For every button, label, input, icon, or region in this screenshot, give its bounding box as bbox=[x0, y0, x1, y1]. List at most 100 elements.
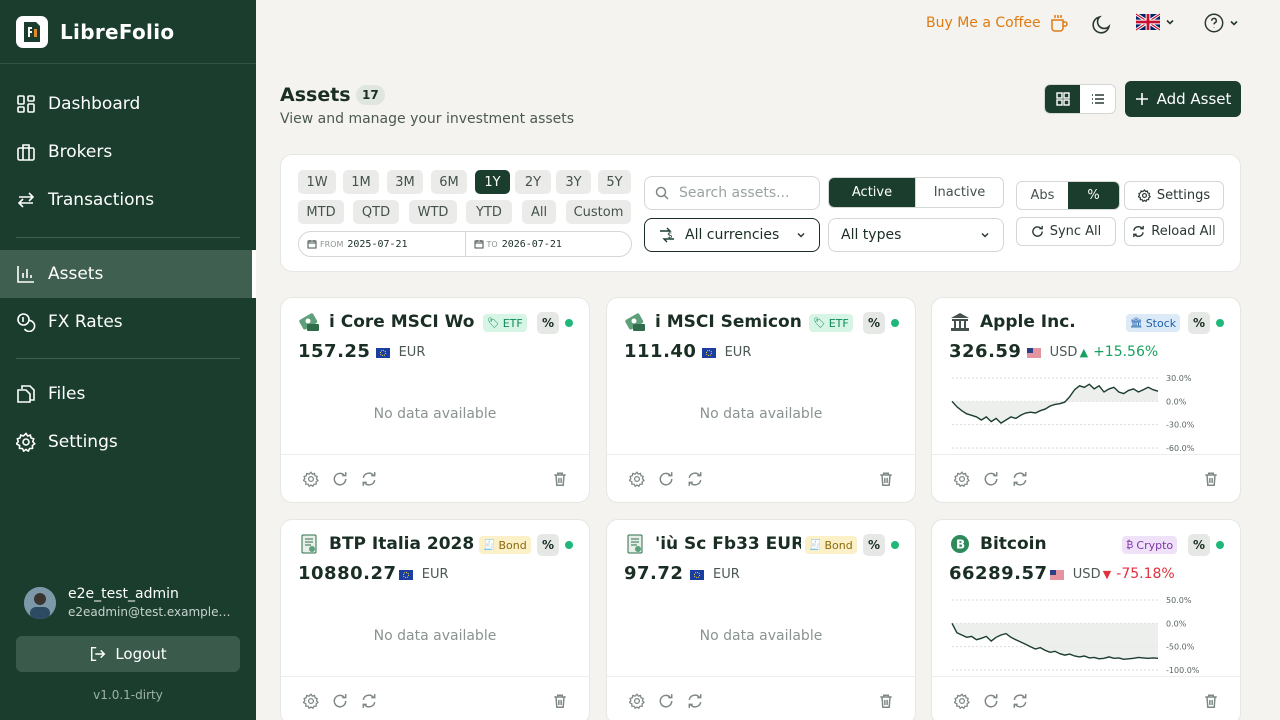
trash-icon[interactable] bbox=[878, 693, 894, 709]
status-active-button[interactable]: Active bbox=[829, 178, 915, 207]
buy-me-a-coffee-link[interactable]: Buy Me a Coffee bbox=[926, 13, 1069, 33]
period-wtd[interactable]: WTD bbox=[409, 200, 457, 224]
type-select-value: All types bbox=[841, 227, 902, 243]
sidebar-item-settings[interactable]: Settings bbox=[0, 418, 256, 466]
grid-view-button[interactable] bbox=[1045, 85, 1080, 113]
logout-button[interactable]: Logout bbox=[16, 636, 240, 672]
percent-toggle-button[interactable]: % bbox=[863, 534, 885, 556]
sync-icon[interactable] bbox=[361, 693, 377, 709]
sidebar-item-fx-rates[interactable]: FX Rates bbox=[0, 298, 256, 346]
add-asset-label: Add Asset bbox=[1156, 90, 1232, 108]
settings-button[interactable]: Settings bbox=[1124, 181, 1224, 210]
refresh-icon bbox=[1031, 225, 1043, 237]
asset-card[interactable]: B Bitcoin ₿ Crypto% 66289.57 USD ▼ -75.18% 50.0%… bbox=[931, 519, 1241, 720]
user-name: e2e_test_admin bbox=[68, 586, 179, 602]
percent-toggle-button[interactable]: % bbox=[537, 312, 559, 334]
asset-currency: EUR bbox=[690, 567, 740, 582]
sidebar-item-files[interactable]: Files bbox=[0, 370, 256, 418]
mode-percent-button[interactable]: % bbox=[1068, 182, 1119, 209]
help-menu[interactable] bbox=[1203, 12, 1240, 34]
sync-all-label: Sync All bbox=[1049, 224, 1102, 239]
trash-icon[interactable] bbox=[1203, 693, 1219, 709]
period-custom[interactable]: Custom bbox=[566, 200, 631, 224]
sidebar-item-dashboard[interactable]: Dashboard bbox=[0, 80, 256, 128]
period-1y[interactable]: 1Y bbox=[475, 170, 510, 194]
sync-icon[interactable] bbox=[1012, 471, 1028, 487]
period-mtd[interactable]: MTD bbox=[298, 200, 344, 224]
language-selector[interactable] bbox=[1136, 13, 1176, 31]
period-5y[interactable]: 5Y bbox=[598, 170, 631, 194]
svg-text:B: B bbox=[956, 538, 965, 552]
asset-card[interactable]: i MSCI Semiconc 🏷 ETF% 111.40 EUR No data ava… bbox=[606, 297, 916, 503]
period-3m[interactable]: 3M bbox=[387, 170, 423, 194]
sync-icon[interactable] bbox=[1012, 693, 1028, 709]
status-inactive-button[interactable]: Inactive bbox=[915, 178, 1003, 207]
search-placeholder: Search assets... bbox=[679, 185, 790, 201]
refresh-icon[interactable] bbox=[658, 693, 674, 709]
refresh-icon[interactable] bbox=[658, 471, 674, 487]
sidebar-item-label: Brokers bbox=[48, 142, 113, 162]
sidebar-item-brokers[interactable]: Brokers bbox=[0, 128, 256, 176]
sidebar-item-label: Assets bbox=[48, 264, 104, 284]
sync-icon[interactable] bbox=[361, 471, 377, 487]
sidebar-divider bbox=[16, 237, 240, 238]
gear-icon[interactable] bbox=[953, 471, 970, 488]
asset-currency: EUR bbox=[398, 567, 449, 582]
refresh-icon[interactable] bbox=[332, 693, 348, 709]
brand[interactable]: LibreFolio bbox=[0, 0, 256, 64]
sync-icon[interactable] bbox=[687, 471, 703, 487]
trash-icon[interactable] bbox=[552, 693, 568, 709]
date-to-field[interactable]: TO 2026-07-21 bbox=[464, 232, 632, 256]
trash-icon[interactable] bbox=[552, 471, 568, 487]
period-2y[interactable]: 2Y bbox=[515, 170, 551, 194]
currency-exchange-icon: $ bbox=[660, 227, 674, 243]
gear-icon[interactable] bbox=[628, 693, 645, 710]
refresh-icon[interactable] bbox=[983, 471, 999, 487]
period-ytd[interactable]: YTD bbox=[466, 200, 512, 224]
gear-icon[interactable] bbox=[302, 471, 319, 488]
asset-card[interactable]: 'iù Sc Fb33 EUR 🧾 Bond% 97.72 EUR No data ava… bbox=[606, 519, 916, 720]
date-from-field[interactable]: FROM 2025-07-21 bbox=[299, 232, 465, 256]
search-input[interactable]: Search assets... bbox=[644, 176, 820, 210]
sidebar-item-transactions[interactable]: Transactions bbox=[0, 176, 256, 224]
sync-all-button[interactable]: Sync All bbox=[1016, 217, 1116, 246]
currency-select[interactable]: $ All currencies bbox=[644, 218, 820, 252]
add-asset-button[interactable]: Add Asset bbox=[1125, 81, 1241, 117]
trash-icon[interactable] bbox=[878, 471, 894, 487]
sidebar-item-label: Settings bbox=[48, 432, 118, 452]
sidebar-item-assets[interactable]: Assets bbox=[0, 250, 256, 298]
no-data-message: No data available bbox=[699, 628, 823, 644]
percent-toggle-button[interactable]: % bbox=[1188, 534, 1210, 556]
period-1m[interactable]: 1M bbox=[343, 170, 379, 194]
mode-abs-button[interactable]: Abs bbox=[1017, 182, 1068, 209]
refresh-icon[interactable] bbox=[983, 693, 999, 709]
asset-card[interactable]: BTP Italia 2028 🧾 Bond% 10880.27 EUR No data … bbox=[280, 519, 590, 720]
sync-icon[interactable] bbox=[687, 693, 703, 709]
us-flag-icon bbox=[1049, 569, 1064, 580]
gear-icon[interactable] bbox=[302, 693, 319, 710]
search-icon bbox=[655, 186, 669, 200]
reload-all-button[interactable]: Reload All bbox=[1124, 217, 1224, 246]
asset-price: 157.25 bbox=[298, 341, 371, 362]
gear-icon[interactable] bbox=[953, 693, 970, 710]
percent-toggle-button[interactable]: % bbox=[537, 534, 559, 556]
percent-toggle-button[interactable]: % bbox=[1188, 312, 1210, 334]
period-all[interactable]: All bbox=[522, 200, 556, 224]
period-3y[interactable]: 3Y bbox=[556, 170, 591, 194]
card-footer-divider bbox=[281, 454, 589, 455]
sidebar-divider bbox=[16, 358, 240, 359]
trash-icon[interactable] bbox=[1203, 471, 1219, 487]
refresh-icon[interactable] bbox=[332, 471, 348, 487]
no-data-message: No data available bbox=[373, 406, 497, 422]
gear-icon[interactable] bbox=[628, 471, 645, 488]
period-6m[interactable]: 6M bbox=[431, 170, 467, 194]
dark-mode-moon-icon[interactable] bbox=[1090, 12, 1114, 36]
list-view-button[interactable] bbox=[1080, 85, 1115, 113]
user-profile[interactable]: e2e_test_admin e2eadmin@test.example.com bbox=[24, 586, 233, 619]
asset-card[interactable]: i Core MSCI Wor 🏷 ETF% 157.25 EUR No data ava… bbox=[280, 297, 590, 503]
asset-card[interactable]: Apple Inc. 🏛 Stock% 326.59 USD ▲ +15.56% 30.0% 0… bbox=[931, 297, 1241, 503]
percent-toggle-button[interactable]: % bbox=[863, 312, 885, 334]
period-1w[interactable]: 1W bbox=[298, 170, 336, 194]
type-select[interactable]: All types bbox=[828, 218, 1004, 252]
period-qtd[interactable]: QTD bbox=[353, 200, 399, 224]
